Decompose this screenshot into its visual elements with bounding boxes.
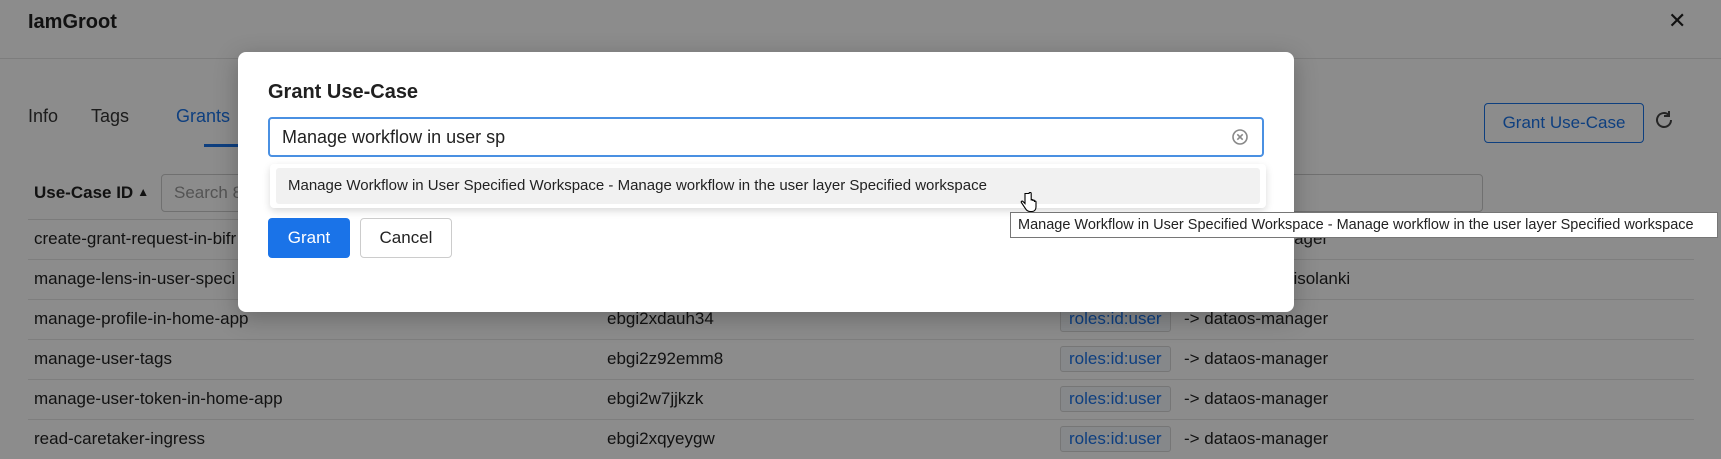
clear-circle-icon[interactable] bbox=[1232, 129, 1248, 145]
autocomplete-option[interactable]: Manage Workflow in User Specified Worksp… bbox=[276, 168, 1260, 204]
grant-button[interactable]: Grant bbox=[268, 218, 350, 258]
option-tooltip: Manage Workflow in User Specified Worksp… bbox=[1010, 212, 1718, 238]
use-case-search-input[interactable] bbox=[282, 119, 1222, 155]
hand-cursor-icon bbox=[1020, 192, 1037, 213]
autocomplete-dropdown: Manage Workflow in User Specified Worksp… bbox=[270, 164, 1266, 208]
grant-use-case-dialog: Grant Use-Case Manage Workflow in User S… bbox=[238, 52, 1294, 312]
cancel-button[interactable]: Cancel bbox=[360, 218, 452, 258]
dialog-title: Grant Use-Case bbox=[268, 81, 419, 103]
use-case-search-box bbox=[268, 117, 1264, 157]
